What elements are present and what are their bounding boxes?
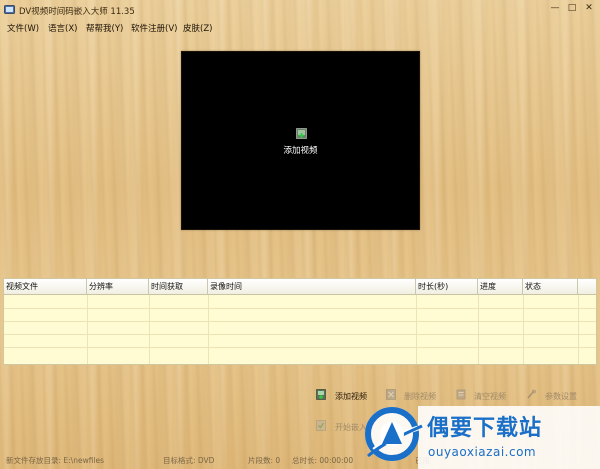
menu-register[interactable]: 软件注册(V) [131,22,177,34]
grid-col-divider [208,295,209,364]
column-status[interactable]: 状态 [523,279,578,295]
minimize-button[interactable]: — [548,2,562,15]
watermark-url: ouyaoxiazai.com [428,445,537,459]
grid-row-divider [4,321,596,322]
start-icon[interactable] [316,420,326,431]
grid-col-divider [87,295,88,364]
delete-video-button[interactable]: 删除视频 [404,391,436,402]
menu-help[interactable]: 帮帮我(Y) [86,22,123,34]
add-video-icon[interactable] [296,128,307,139]
grid-col-divider [416,295,417,364]
title-bar: DV视频时间码嵌入大师 11.35 — □ ✕ [0,0,600,20]
grid-row-divider [4,308,596,309]
column-resolution[interactable]: 分辨率 [87,279,149,295]
column-record-time[interactable]: 录像时间 [208,279,416,295]
grid-row-divider [4,347,596,348]
clear-videos-button[interactable]: 清空视频 [474,391,506,402]
segment-count-label: 片段数: 0 [248,456,281,465]
clear-video-icon[interactable] [456,389,466,400]
menu-skin[interactable]: 皮肤(Z) [183,22,212,34]
add-video-button[interactable]: 添加视频 [335,391,367,402]
grid-col-divider [478,295,479,364]
window-title: DV视频时间码嵌入大师 11.35 [19,7,135,17]
column-video-file[interactable]: 视频文件 [4,279,87,295]
close-button[interactable]: ✕ [582,2,596,15]
menu-language[interactable]: 语言(X) [48,22,77,34]
add-video-icon[interactable] [316,389,326,400]
column-time-source[interactable]: 时间获取 [149,279,208,295]
app-icon [4,5,15,14]
grid-row-divider [4,334,596,335]
column-progress[interactable]: 进度 [478,279,523,295]
menu-file[interactable]: 文件(W) [7,22,39,34]
video-preview[interactable]: 添加视频 [181,51,420,230]
video-list-header: 视频文件 分辨率 时间获取 录像时间 时长(秒) 进度 状态 [4,279,596,295]
grid-col-divider [578,295,579,364]
output-directory-label: 新文件存放目录: E:\newfiles [6,456,105,465]
target-format-label: 目标格式: DVD [163,456,215,465]
video-list[interactable]: 视频文件 分辨率 时间获取 录像时间 时长(秒) 进度 状态 [3,278,597,365]
menu-bar: 文件(W) 语言(X) 帮帮我(Y) 软件注册(V) 皮肤(Z) [0,21,600,35]
watermark-text: 偶要下载站 [427,416,543,441]
delete-video-icon[interactable] [386,389,396,400]
grid-col-divider [149,295,150,364]
settings-icon[interactable] [526,389,536,400]
column-duration[interactable]: 时长(秒) [416,279,478,295]
add-video-label[interactable]: 添加视频 [182,144,419,156]
grid-col-divider [523,295,524,364]
maximize-button[interactable]: □ [565,2,579,15]
total-duration-label: 总时长: 00:00:00 [292,456,354,465]
settings-button[interactable]: 参数设置 [545,391,577,402]
